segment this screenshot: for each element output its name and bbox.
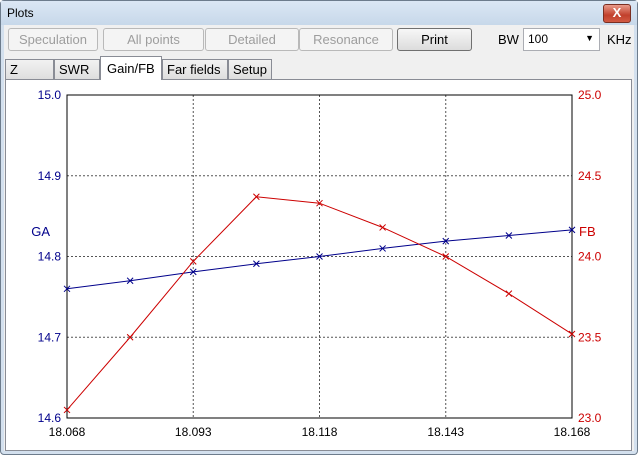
left-y-tick-label: 14.7 [38, 330, 62, 344]
x-tick-label: 18.168 [554, 425, 591, 439]
bw-label: BW [498, 32, 519, 47]
left-y-tick-label: 15.0 [38, 88, 62, 102]
right-y-tick-label: 25.0 [578, 88, 602, 102]
close-button[interactable]: X [603, 4, 631, 23]
gain-fb-panel: 18.068 18.093 18.118 18.143 18.168 15.0 14.9 14… [5, 79, 632, 451]
left-y-tick-label: 14.9 [38, 169, 62, 183]
bw-unit-label: KHz [607, 32, 632, 47]
right-y-tick-label: 24.0 [578, 250, 602, 264]
x-tick-label: 18.093 [175, 425, 212, 439]
right-y-tick-label: 24.5 [578, 169, 602, 183]
x-tick-label: 18.118 [302, 425, 338, 439]
bw-value: 100 [528, 32, 549, 46]
title-bar[interactable]: Plots X [1, 1, 637, 25]
print-button[interactable]: Print [397, 28, 472, 51]
right-axis-label: FB [579, 224, 596, 239]
left-y-tick-label: 14.6 [38, 411, 62, 425]
speculation-button[interactable]: Speculation [8, 28, 98, 51]
data-point-marker [379, 224, 386, 231]
bw-dropdown[interactable]: 100 ▼ [523, 28, 600, 51]
tab-z[interactable]: Z [5, 59, 54, 79]
left-y-tick-label: 14.8 [38, 250, 62, 264]
x-tick-label: 18.068 [49, 425, 86, 439]
tab-swr[interactable]: SWR [54, 59, 100, 79]
all-points-button[interactable]: All points [103, 28, 204, 51]
tab-setup[interactable]: Setup [228, 59, 272, 79]
chevron-down-icon: ▼ [585, 33, 594, 43]
window-title: Plots [7, 6, 34, 20]
detailed-button[interactable]: Detailed [205, 28, 299, 51]
tab-far-fields[interactable]: Far fields [162, 59, 228, 79]
data-point-marker [505, 290, 513, 297]
right-y-tick-label: 23.5 [578, 330, 602, 344]
window-body: Speculation All points Detailed Resonanc… [4, 25, 634, 451]
tab-gain-fb[interactable]: Gain/FB [100, 56, 162, 80]
gain-fb-chart: 18.068 18.093 18.118 18.143 18.168 15.0 14.9 14… [31, 88, 602, 439]
plots-window: Plots X Speculation All points Detailed … [0, 0, 638, 455]
x-tick-label: 18.143 [427, 425, 464, 439]
resonance-button[interactable]: Resonance [299, 28, 393, 51]
close-icon: X [612, 5, 622, 20]
left-axis-label: GA [31, 224, 50, 239]
right-y-tick-label: 23.0 [578, 411, 602, 425]
